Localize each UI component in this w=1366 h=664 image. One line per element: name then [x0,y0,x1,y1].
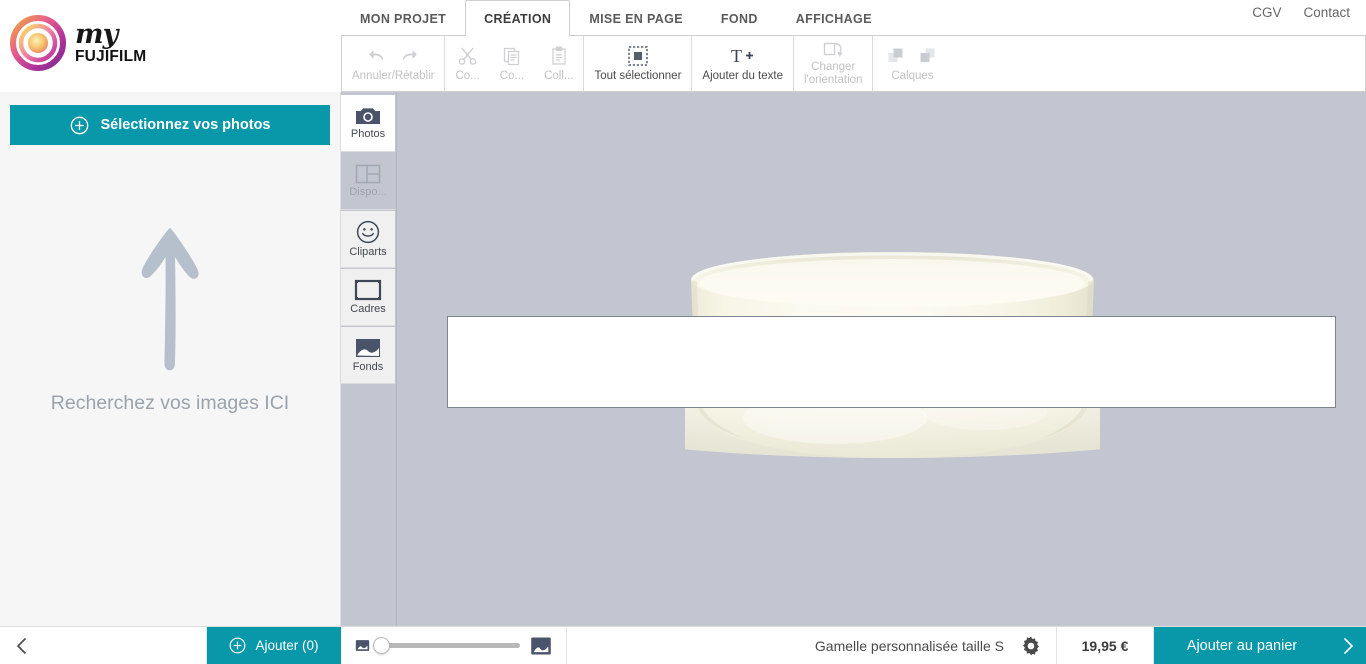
cut-button[interactable]: Co... [445,36,489,91]
send-backward-icon [920,48,935,62]
rail-label-dispositions: Dispo... [349,186,387,198]
arrow-up-icon [141,228,199,371]
tab-affichage[interactable]: AFFICHAGE [777,0,891,36]
svg-text:T: T [731,46,742,66]
editable-print-area[interactable] [447,316,1336,408]
paste-button[interactable]: Coll... [534,36,583,91]
smiley-icon [356,220,380,244]
product-info: Gamelle personnalisée taille S [815,627,1056,664]
rail-label-cliparts: Cliparts [349,246,387,258]
zoom-slider[interactable] [373,637,520,654]
change-orientation-button[interactable]: Changer l'orientation [794,36,872,91]
add-text-icon: T [731,44,755,68]
rail-item-photos[interactable]: Photos [341,95,395,152]
rail-label-fonds: Fonds [352,361,384,373]
plus-circle-icon [70,116,88,134]
ribbon-group-orientation: Changer l'orientation [794,36,874,91]
product-name: Gamelle personnalisée taille S [814,637,1004,654]
undo-arrow-icon [369,49,384,60]
cgv-link[interactable]: CGV [1252,5,1281,20]
add-to-cart-label: Ajouter au panier [1186,637,1298,654]
select-all-icon [627,44,649,68]
empty-state-hint: Recherchez vos images ICI [0,222,340,415]
select-all-button[interactable]: Tout sélectionner [584,36,691,91]
select-photos-button[interactable]: Sélectionnez vos photos [10,105,330,145]
change-orientation-label: Changer l'orientation [803,61,863,87]
undo-redo-button[interactable]: Annuler/Rétablir [342,36,444,91]
layers-label: Calques [891,69,934,82]
frame-icon [354,279,382,301]
chevron-right-icon [1343,637,1354,654]
copy-label: Co... [499,69,525,82]
app-header: my FUJIFILM CGV Contact MON PROJET CRÉAT… [0,0,1366,92]
ribbon-toolbar: Annuler/Rétablir Co... Co... Coll... Tou… [341,35,1366,92]
rail-item-fonds[interactable]: Fonds [341,327,395,384]
gear-icon [1023,636,1039,655]
brand-logo[interactable]: my FUJIFILM [10,15,146,71]
rotate-page-icon [822,39,844,59]
top-links: CGV Contact [1252,5,1350,20]
brand-wordmark: my FUJIFILM [75,21,146,65]
layout-icon [355,164,381,184]
add-photos-label: Ajouter (0) [255,638,319,653]
layers-button[interactable]: Calques [873,36,951,91]
design-canvas[interactable] [397,92,1366,626]
add-to-cart-button[interactable]: Ajouter au panier [1154,627,1330,664]
next-step-button[interactable] [1330,627,1366,664]
tab-mise-en-page[interactable]: MISE EN PAGE [570,0,702,36]
image-large-icon[interactable] [530,635,552,657]
rail-label-cadres: Cadres [350,303,386,315]
paste-label: Coll... [544,69,574,82]
redo-arrow-icon [403,49,418,60]
zoom-control [341,627,567,664]
main-tabs: MON PROJET CRÉATION MISE EN PAGE FOND AF… [341,0,891,37]
ribbon-group-history: Annuler/Rétablir [342,36,446,91]
plus-circle-icon [230,637,246,654]
ribbon-group-layers: Calques [873,36,951,91]
bottom-spacer [567,627,815,664]
zoom-slider-thumb[interactable] [373,637,390,654]
camera-icon [356,108,380,124]
copy-button[interactable]: Co... [490,36,534,91]
app-root: my FUJIFILM CGV Contact MON PROJET CRÉAT… [0,0,1366,664]
brand-script: my [75,19,118,51]
ribbon-group-text: T Ajouter du texte [692,36,794,91]
bring-forward-icon [888,48,903,62]
tab-fond[interactable]: FOND [702,0,777,36]
fujifilm-circle-logo-icon [10,15,66,71]
hint-text: Recherchez vos images ICI [50,392,290,414]
undo-redo-label: Annuler/Rétablir [352,69,435,82]
chevron-left-icon [16,637,27,654]
bottom-toolbar: Ajouter (0) Gamelle personnalisée taille… [0,626,1366,664]
image-small-icon[interactable] [355,638,370,653]
cut-label: Co... [455,69,480,82]
tab-creation[interactable]: CRÉATION [465,0,571,37]
select-all-label: Tout sélectionner [594,69,682,82]
add-photos-button[interactable]: Ajouter (0) [207,627,341,664]
undo-redo-icons [368,44,418,68]
ribbon-group-select: Tout sélectionner [584,36,693,91]
rail-item-cadres[interactable]: Cadres [341,269,395,326]
clipboard-icon [549,44,569,68]
tool-rail: Photos Dispo... Cliparts Cadres Fonds [341,92,397,626]
price-display: 19,95 € [1056,627,1154,664]
rail-label-photos: Photos [350,128,386,140]
brand-name: FUJIFILM [75,48,147,66]
layers-icons [887,44,937,68]
ribbon-group-clipboard: Co... Co... Coll... [445,36,585,91]
scissors-icon [458,44,478,68]
back-button[interactable] [0,627,207,664]
select-photos-label: Sélectionnez vos photos [100,117,271,133]
add-text-label: Ajouter du texte [702,69,783,82]
copy-icon [502,44,522,68]
rail-item-cliparts[interactable]: Cliparts [341,211,395,268]
photos-panel: Sélectionnez vos photos Recherchez vos i… [0,92,341,626]
add-text-button[interactable]: T Ajouter du texte [692,36,793,91]
contact-link[interactable]: Contact [1303,5,1350,20]
rail-item-dispositions[interactable]: Dispo... [341,153,395,210]
tab-mon-projet[interactable]: MON PROJET [341,0,465,36]
background-icon [356,339,380,357]
product-settings-button[interactable] [1020,635,1042,657]
